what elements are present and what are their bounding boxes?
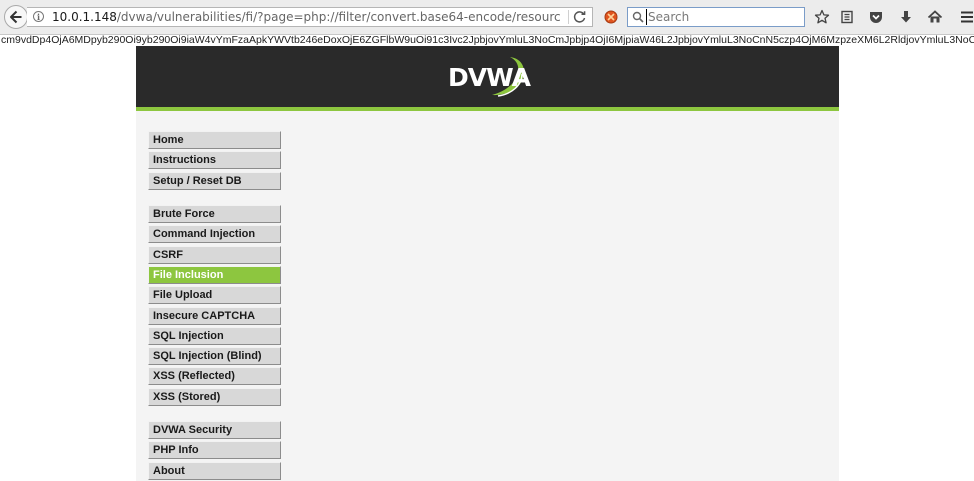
search-bar[interactable] bbox=[627, 7, 805, 27]
menu-item-sql-injection[interactable]: SQL Injection bbox=[148, 327, 281, 345]
url-path: /dvwa/vulnerabilities/fi/?page=php://fil… bbox=[116, 10, 560, 24]
search-input[interactable] bbox=[646, 9, 802, 25]
pocket-icon[interactable] bbox=[868, 9, 884, 25]
menu-item-xss-reflected[interactable]: XSS (Reflected) bbox=[148, 367, 281, 385]
url-bar[interactable]: i 10.0.1.148/dvwa/vulnerabilities/fi/?pa… bbox=[27, 7, 593, 27]
info-icon[interactable]: i bbox=[33, 11, 44, 22]
menu-item-csrf[interactable]: CSRF bbox=[148, 246, 281, 264]
menu-item-php-info[interactable]: PHP Info bbox=[148, 441, 281, 459]
home-icon[interactable] bbox=[927, 9, 943, 25]
menu-item-file-upload[interactable]: File Upload bbox=[148, 286, 281, 304]
dvwa-logo[interactable]: DVWA bbox=[448, 52, 531, 102]
download-icon[interactable] bbox=[898, 9, 914, 25]
hamburger-menu-icon[interactable] bbox=[959, 9, 974, 25]
bookmark-star-icon[interactable] bbox=[814, 9, 830, 25]
menu-item-dvwa-security[interactable]: DVWA Security bbox=[148, 421, 281, 439]
menu-item-instructions[interactable]: Instructions bbox=[148, 151, 281, 169]
addon-icon[interactable] bbox=[604, 10, 618, 24]
menu-item-file-inclusion[interactable]: File Inclusion bbox=[148, 266, 281, 284]
url-text[interactable]: 10.0.1.148/dvwa/vulnerabilities/fi/?page… bbox=[52, 10, 560, 24]
menu-item-home[interactable]: Home bbox=[148, 131, 281, 149]
reading-list-icon[interactable] bbox=[839, 9, 855, 25]
url-host: 10.0.1.148 bbox=[52, 10, 117, 24]
menu-item-setup-reset-db[interactable]: Setup / Reset DB bbox=[148, 172, 281, 190]
menu-item-about[interactable]: About bbox=[148, 462, 281, 480]
menu-item-command-injection[interactable]: Command Injection bbox=[148, 225, 281, 243]
menu-item-sql-injection-blind[interactable]: SQL Injection (Blind) bbox=[148, 347, 281, 365]
url-divider bbox=[568, 10, 569, 24]
browser-toolbar: i 10.0.1.148/dvwa/vulnerabilities/fi/?pa… bbox=[0, 0, 974, 35]
menu-item-insecure-captcha[interactable]: Insecure CAPTCHA bbox=[148, 307, 281, 325]
menu-item-xss-stored[interactable]: XSS (Stored) bbox=[148, 388, 281, 406]
reload-icon[interactable] bbox=[573, 10, 587, 24]
search-icon bbox=[632, 11, 644, 23]
logo-text: DVWA bbox=[448, 63, 531, 92]
dvwa-header: DVWA bbox=[136, 46, 839, 107]
back-button[interactable] bbox=[4, 5, 28, 29]
back-arrow-icon bbox=[10, 10, 22, 24]
base64-output-text: cm9vdDp4OjA6MDpyb290Oi9yb290Oi9iaW4vYmFz… bbox=[1, 34, 974, 46]
menu-item-brute-force[interactable]: Brute Force bbox=[148, 205, 281, 223]
